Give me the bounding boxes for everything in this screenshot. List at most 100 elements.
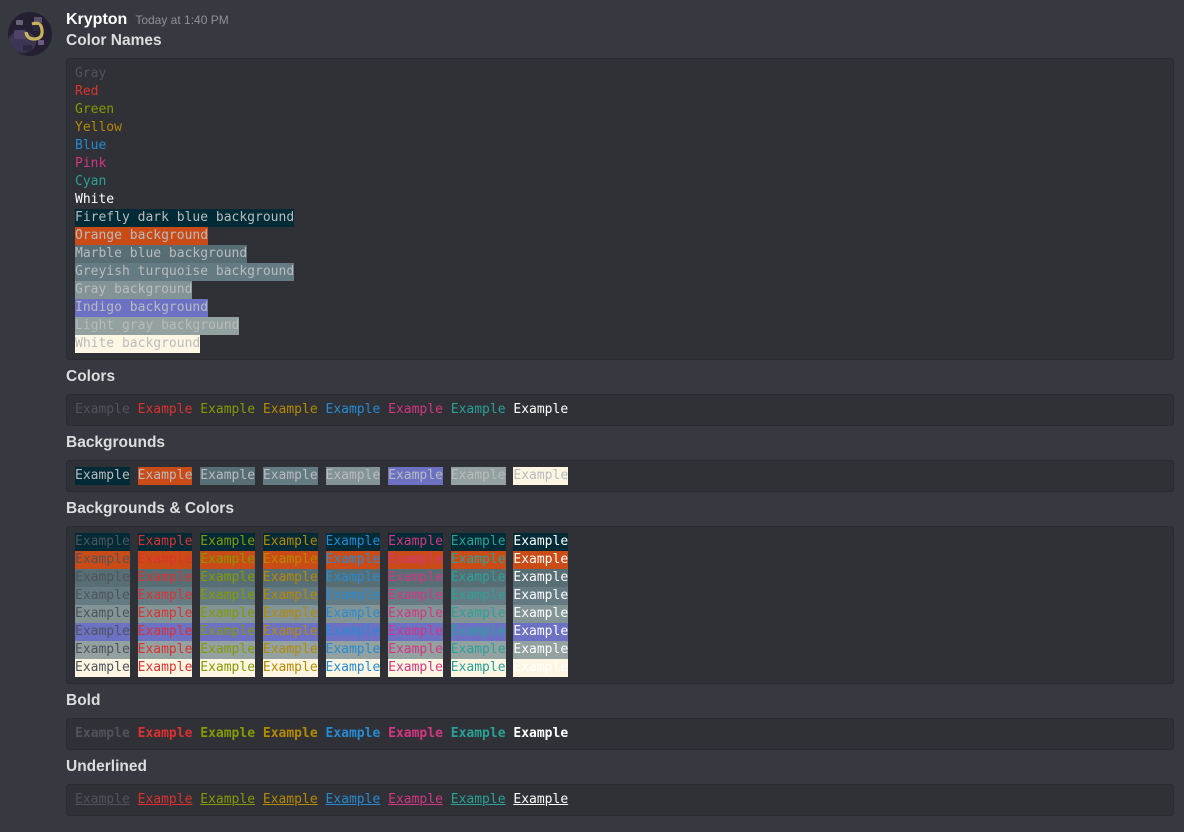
ansi-text: Example [138,725,193,743]
ansi-line: Cyan [75,173,1165,191]
ansi-text: Example [75,623,130,641]
ansi-text: Example [388,467,443,485]
ansi-line: Red [75,83,1165,101]
code-block-bold: Example Example Example Example Example … [66,718,1174,750]
ansi-text: Yellow [75,119,122,137]
user-avatar[interactable] [8,12,52,56]
ansi-line: Example Example Example Example Example … [75,551,1165,569]
ansi-line: White background [75,335,1165,353]
ansi-text: Example [326,467,381,485]
code-block-color-names: GrayRedGreenYellowBluePinkCyanWhiteFiref… [66,58,1174,360]
ansi-text: Example [451,467,506,485]
ansi-line: Example Example Example Example Example … [75,641,1165,659]
ansi-text: Example [513,659,568,677]
ansi-text: Example [326,725,381,743]
section-title-backgrounds-colors: Backgrounds & Colors [66,501,1174,517]
message-timestamp: Today at 1:40 PM [135,10,228,30]
ansi-text: Example [263,791,318,809]
ansi-text: Example [326,641,381,659]
ansi-text: Example [75,587,130,605]
ansi-text: Example [326,605,381,623]
ansi-line: Marble blue background [75,245,1165,263]
ansi-line: White [75,191,1165,209]
ansi-text: Example [326,623,381,641]
ansi-text: Example [200,401,255,419]
ansi-text: Example [388,551,443,569]
ansi-text: Example [388,401,443,419]
ansi-text: Example [388,659,443,677]
ansi-text: Red [75,83,98,101]
ansi-text: Example [200,533,255,551]
section-title-colors: Colors [66,369,1174,385]
ansi-text: Example [138,401,193,419]
ansi-line: Example Example Example Example Example … [75,791,1165,809]
ansi-text: Example [200,791,255,809]
ansi-text: Example [388,605,443,623]
ansi-text: Orange background [75,227,208,245]
ansi-text: Example [75,659,130,677]
ansi-line: Firefly dark blue background [75,209,1165,227]
ansi-text: Example [200,725,255,743]
code-block-backgrounds: Example Example Example Example Example … [66,460,1174,492]
ansi-text: Green [75,101,114,119]
ansi-line: Example Example Example Example Example … [75,533,1165,551]
ansi-line: Pink [75,155,1165,173]
ansi-text: White [75,191,114,209]
message-header: Krypton Today at 1:40 PM [66,10,1174,30]
ansi-text: Example [263,605,318,623]
section-title-backgrounds: Backgrounds [66,435,1174,451]
section-title-underlined: Underlined [66,759,1174,775]
ansi-text: Example [75,641,130,659]
ansi-text: Example [263,725,318,743]
chat-message: Krypton Today at 1:40 PM Color Names Gra… [0,0,1184,816]
ansi-text: Example [138,641,193,659]
ansi-text: Example [75,605,130,623]
ansi-text: Example [513,587,568,605]
ansi-text: Example [200,623,255,641]
ansi-text: Example [388,791,443,809]
ansi-text: Example [326,791,381,809]
ansi-text: Example [451,569,506,587]
ansi-text: Blue [75,137,106,155]
ansi-text: Example [138,551,193,569]
ansi-text: Example [138,587,193,605]
ansi-text: Indigo background [75,299,208,317]
ansi-text: Example [451,791,506,809]
ansi-text: Example [138,467,193,485]
ansi-text: Example [200,467,255,485]
ansi-line: Example Example Example Example Example … [75,725,1165,743]
ansi-text: Example [326,551,381,569]
code-block-underlined: Example Example Example Example Example … [66,784,1174,816]
ansi-text: Example [388,533,443,551]
username[interactable]: Krypton [66,10,127,30]
ansi-text: Example [451,623,506,641]
ansi-text: Example [451,401,506,419]
code-block-colors: Example Example Example Example Example … [66,394,1174,426]
ansi-text: Example [326,401,381,419]
section-title-bold: Bold [66,693,1174,709]
ansi-text: Example [513,551,568,569]
ansi-text: Example [263,641,318,659]
ansi-text: Example [200,605,255,623]
ansi-text: Example [138,659,193,677]
ansi-text: Example [451,725,506,743]
ansi-text: Example [138,623,193,641]
ansi-text: Example [75,467,130,485]
ansi-text: Example [263,587,318,605]
ansi-text: Example [388,569,443,587]
ansi-line: Green [75,101,1165,119]
code-block-backgrounds-colors: Example Example Example Example Example … [66,526,1174,684]
ansi-text: Example [138,605,193,623]
ansi-text: Greyish turquoise background [75,263,294,281]
ansi-text: Example [513,569,568,587]
ansi-text: Example [75,791,130,809]
ansi-text: Example [200,569,255,587]
ansi-line: Example Example Example Example Example … [75,569,1165,587]
ansi-line: Greyish turquoise background [75,263,1165,281]
ansi-text: Example [263,401,318,419]
ansi-text: Example [138,533,193,551]
ansi-text: Example [388,641,443,659]
ansi-text: Example [263,569,318,587]
ansi-text: Example [388,587,443,605]
ansi-line: Example Example Example Example Example … [75,659,1165,677]
